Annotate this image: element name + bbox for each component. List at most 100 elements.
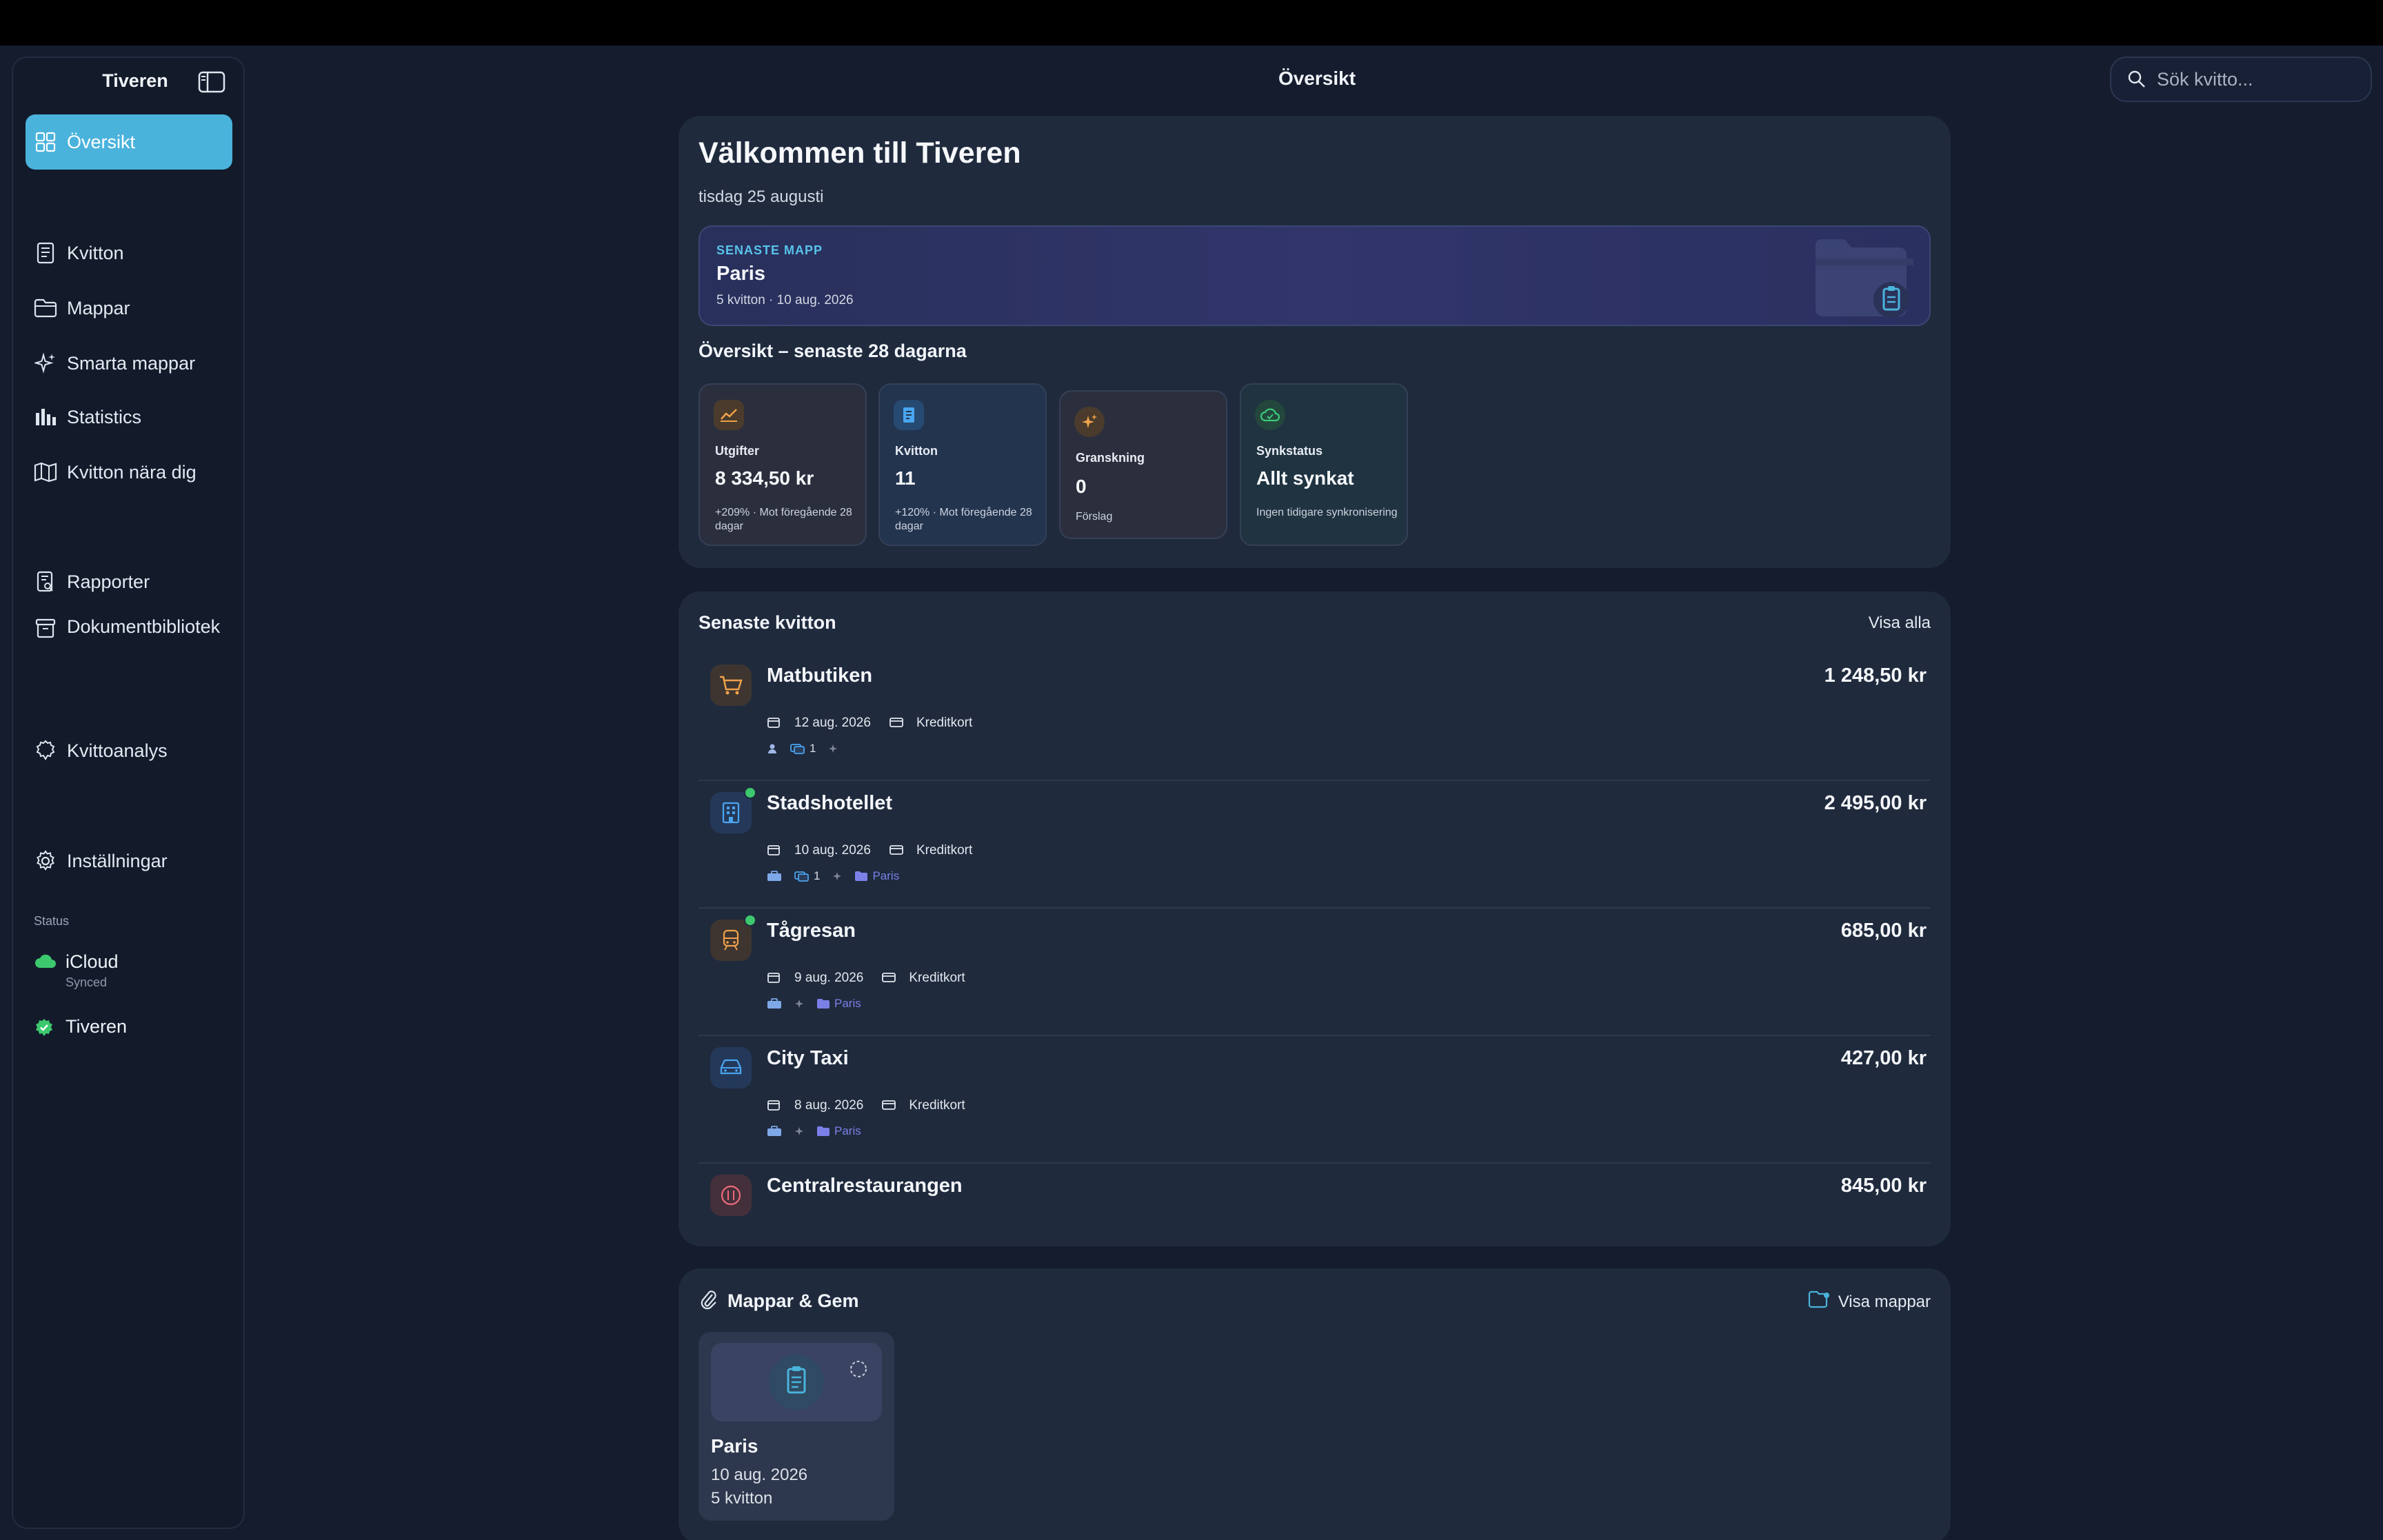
sidebar-item-nearby[interactable]: Kvitton nära dig (26, 452, 232, 492)
folder-tag[interactable]: Paris (816, 1124, 861, 1138)
recent-receipts-title: Senaste kvitton (698, 612, 836, 633)
briefcase-icon (767, 1126, 782, 1137)
sidebar-item-receipts[interactable]: Kvitton (26, 233, 232, 273)
latest-folder-kicker: SENASTE MAPP (716, 243, 823, 257)
sidebar-item-statistics[interactable]: Statistics (26, 397, 232, 437)
stat-card-review[interactable]: Granskning 0 Förslag (1059, 390, 1227, 539)
status-icloud: iCloud Synced (34, 951, 119, 990)
stat-card-sync[interactable]: Synkstatus Allt synkat Ingen tidigare sy… (1240, 383, 1408, 546)
receipt-tags: 1 (767, 742, 838, 756)
stat-card-receipts[interactable]: Kvitton 11 +120% · Mot föregående 28 dag… (878, 383, 1047, 546)
calendar-icon (767, 971, 782, 985)
chart-icon (714, 400, 744, 430)
receipt-date: 8 aug. 2026 (794, 1098, 864, 1113)
folder-card[interactable]: Paris 10 aug. 2026 5 kvitton (698, 1332, 894, 1521)
folders-header: Mappar & Gem (698, 1289, 859, 1313)
receipt-amount: 685,00 kr (1840, 920, 1927, 942)
latest-folder-banner[interactable]: SENASTE MAPP Paris 5 kvitton · 10 aug. 2… (698, 225, 1931, 326)
sidebar-item-label: Dokumentbibliotek (67, 616, 221, 637)
briefcase-icon (767, 998, 782, 1009)
folder-clipboard-icon (1810, 234, 1913, 321)
sidebar-item-settings[interactable]: Inställningar (26, 841, 232, 881)
person-icon (767, 743, 778, 754)
latest-folder-meta: 5 kvitton · 10 aug. 2026 (716, 293, 854, 307)
receipt-row[interactable]: Tågresan 685,00 kr 9 aug. 2026 Kreditkor… (698, 909, 1931, 1036)
receipt-meta: 10 aug. 2026 Kreditkort (767, 843, 972, 858)
sidebar-item-reports[interactable]: Rapporter (26, 562, 232, 602)
receipt-amount: 1 248,50 kr (1824, 665, 1927, 687)
system-menubar (0, 0, 2383, 45)
receipt-amount: 427,00 kr (1840, 1047, 1927, 1069)
sidebar-item-folders[interactable]: Mappar (26, 288, 232, 328)
attachment-count-value: 1 (810, 742, 816, 755)
folder-tag-label: Paris (872, 869, 900, 882)
credit-card-icon (881, 971, 896, 985)
status-section-label: Status (34, 914, 70, 928)
folder-date: 10 aug. 2026 (711, 1466, 808, 1484)
receipt-tags: Paris (767, 1124, 861, 1138)
stat-label: Utgifter (715, 444, 759, 458)
stat-card-expenses[interactable]: Utgifter 8 334,50 kr +209% · Mot föregåe… (698, 383, 867, 546)
receipt-date: 10 aug. 2026 (794, 843, 871, 858)
briefcase-icon (767, 871, 782, 882)
sidebar-item-label: Kvitton nära dig (67, 461, 197, 483)
folder-tag-label: Paris (834, 997, 861, 1010)
folder-count: 5 kvitton (711, 1489, 773, 1508)
receipt-meta: 9 aug. 2026 Kreditkort (767, 971, 965, 986)
sparkle-icon (794, 1126, 804, 1136)
sidebar-item-label: Smarta mappar (67, 352, 196, 374)
latest-folder-name: Paris (716, 263, 765, 285)
sidebar-toggle-icon[interactable] (198, 70, 225, 94)
folder-badge-icon (1808, 1290, 1831, 1313)
folder-tag[interactable]: Paris (854, 869, 899, 883)
cloud-icon (34, 953, 57, 973)
page-title: Översikt (1278, 68, 1356, 89)
view-folders-label: Visa mappar (1838, 1292, 1931, 1311)
sidebar-item-analysis[interactable]: Kvittoanalys (26, 731, 232, 771)
receipt-row[interactable]: City Taxi 427,00 kr 8 aug. 2026 Kreditko… (698, 1036, 1931, 1164)
sidebar-item-label: Kvitton (67, 242, 124, 263)
sidebar-item-overview[interactable]: Översikt (26, 114, 232, 170)
gear-badge-icon (34, 739, 57, 762)
receipt-row[interactable]: Stadshotellet 2 495,00 kr 10 aug. 2026 K… (698, 781, 1931, 909)
map-icon (34, 460, 57, 484)
stat-sub: Ingen tidigare synkronisering (1256, 507, 1398, 518)
calendar-icon (767, 1099, 782, 1113)
stat-sub: +120% · Mot föregående 28 dagar (895, 507, 1032, 532)
credit-card-icon (881, 1099, 896, 1113)
view-all-link[interactable]: Visa alla (1869, 614, 1931, 633)
credit-card-icon (889, 716, 904, 730)
receipt-date: 9 aug. 2026 (794, 971, 864, 985)
folders-card: Mappar & Gem Visa mappar Paris 10 aug. 2… (678, 1268, 1951, 1540)
sidebar-item-smart-folders[interactable]: Smarta mappar (26, 343, 232, 383)
status-tiveren: Tiveren (34, 1016, 127, 1038)
receipt-meta: 12 aug. 2026 Kreditkort (767, 716, 972, 731)
credit-card-icon (889, 844, 904, 858)
cart-icon (710, 665, 752, 706)
sidebar-item-label: Kvittoanalys (67, 740, 168, 761)
sparkle-icon (828, 744, 838, 753)
cloud-icon (1255, 400, 1285, 430)
search-field[interactable] (2110, 57, 2372, 102)
stat-value: 8 334,50 kr (715, 467, 814, 489)
receipt-merchant: Centralrestaurangen (767, 1175, 963, 1197)
verified-badge (744, 787, 756, 799)
search-input[interactable] (2157, 68, 2364, 90)
verified-badge-icon (34, 1017, 57, 1038)
receipt-row[interactable]: Centralrestaurangen 845,00 kr (698, 1164, 1931, 1226)
status-icloud-sub: Synced (66, 975, 108, 989)
stat-value: 11 (895, 467, 916, 489)
receipt-row[interactable]: Matbutiken 1 248,50 kr 12 aug. 2026 Kred… (698, 654, 1931, 781)
attachment-count: 1 (794, 869, 820, 883)
folder-tag[interactable]: Paris (816, 997, 861, 1011)
sidebar-item-document-library[interactable]: Dokumentbibliotek (26, 616, 232, 665)
status-icloud-title: iCloud (66, 951, 119, 972)
receipt-amount: 845,00 kr (1840, 1175, 1927, 1197)
grid-icon (34, 130, 57, 154)
receipt-meta: 8 aug. 2026 Kreditkort (767, 1098, 965, 1113)
view-folders-link[interactable]: Visa mappar (1808, 1290, 1931, 1313)
car-icon (710, 1047, 752, 1088)
receipt-icon (34, 241, 57, 265)
attachment-count: 1 (790, 742, 816, 756)
receipt-merchant: Stadshotellet (767, 792, 893, 814)
